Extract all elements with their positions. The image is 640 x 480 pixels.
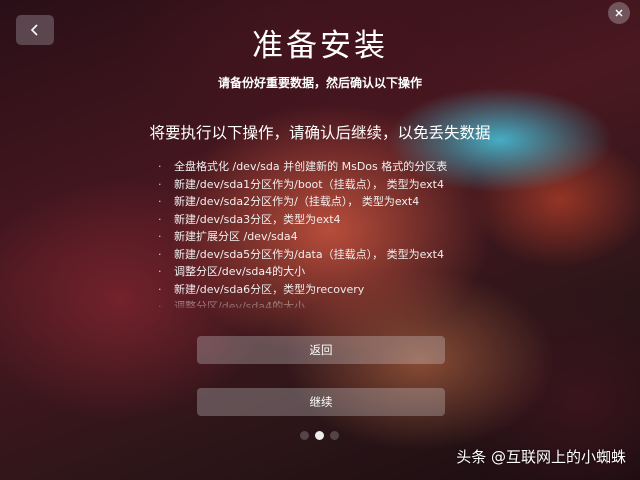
page-dot bbox=[330, 431, 339, 440]
watermark: 头条 @互联网上的小蜘蛛 bbox=[456, 448, 626, 466]
operation-item: · 全盘格式化 /dev/sda 并创建新的 MsDos 格式的分区表 bbox=[158, 158, 488, 176]
page-title: 准备安装 bbox=[252, 28, 388, 64]
operation-text: 全盘格式化 /dev/sda 并创建新的 MsDos 格式的分区表 bbox=[174, 160, 448, 173]
operation-item: · 新建/dev/sda6分区，类型为recovery bbox=[158, 281, 488, 299]
operation-text: 调整分区/dev/sda4的大小 bbox=[174, 300, 306, 308]
bullet-icon: · bbox=[158, 160, 162, 173]
page-indicator bbox=[300, 431, 339, 440]
bullet-icon: · bbox=[158, 282, 162, 296]
operation-item: · 新建/dev/sda3分区，类型为ext4 bbox=[158, 211, 488, 229]
operation-text: 新建/dev/sda1分区作为/boot（挂载点）， 类型为ext4 bbox=[174, 177, 444, 191]
operation-item: · 新建/dev/sda2分区作为/（挂载点）， 类型为ext4 bbox=[158, 193, 488, 211]
bullet-icon: · bbox=[158, 177, 162, 191]
operation-text: 新建/dev/sda3分区，类型为ext4 bbox=[174, 212, 341, 226]
back-button[interactable]: 返回 bbox=[197, 336, 445, 364]
operation-text: 新建/dev/sda5分区作为/data（挂载点）， 类型为ext4 bbox=[174, 247, 444, 261]
bullet-icon: · bbox=[158, 212, 162, 226]
operation-item: · 新建/dev/sda1分区作为/boot（挂载点）， 类型为ext4 bbox=[158, 176, 488, 194]
operation-text: 新建扩展分区 /dev/sda4 bbox=[174, 230, 298, 243]
page-dot bbox=[300, 431, 309, 440]
bullet-icon: · bbox=[158, 230, 162, 243]
operation-text: 调整分区/dev/sda4的大小 bbox=[174, 265, 306, 278]
data-loss-warning: 将要执行以下操作，请确认后继续，以免丢失数据 bbox=[149, 124, 491, 142]
page-dot bbox=[315, 431, 324, 440]
bullet-icon: · bbox=[158, 300, 162, 308]
operation-item: · 调整分区/dev/sda4的大小 bbox=[158, 298, 488, 308]
operation-text: 新建/dev/sda6分区，类型为recovery bbox=[174, 282, 365, 296]
operation-item: · 新建扩展分区 /dev/sda4 bbox=[158, 228, 488, 246]
continue-button[interactable]: 继续 bbox=[197, 388, 445, 416]
operations-list[interactable]: · 全盘格式化 /dev/sda 并创建新的 MsDos 格式的分区表 · 新建/de… bbox=[158, 158, 488, 308]
bullet-icon: · bbox=[158, 247, 162, 261]
operation-text: 新建/dev/sda2分区作为/（挂载点）， 类型为ext4 bbox=[174, 195, 420, 208]
bullet-icon: · bbox=[158, 195, 162, 208]
bullet-icon: · bbox=[158, 265, 162, 278]
operation-item: · 调整分区/dev/sda4的大小 bbox=[158, 263, 488, 281]
operation-item: · 新建/dev/sda5分区作为/data（挂载点）， 类型为ext4 bbox=[158, 246, 488, 264]
close-icon bbox=[615, 9, 623, 17]
page-subtitle: 请备份好重要数据，然后确认以下操作 bbox=[217, 76, 422, 90]
